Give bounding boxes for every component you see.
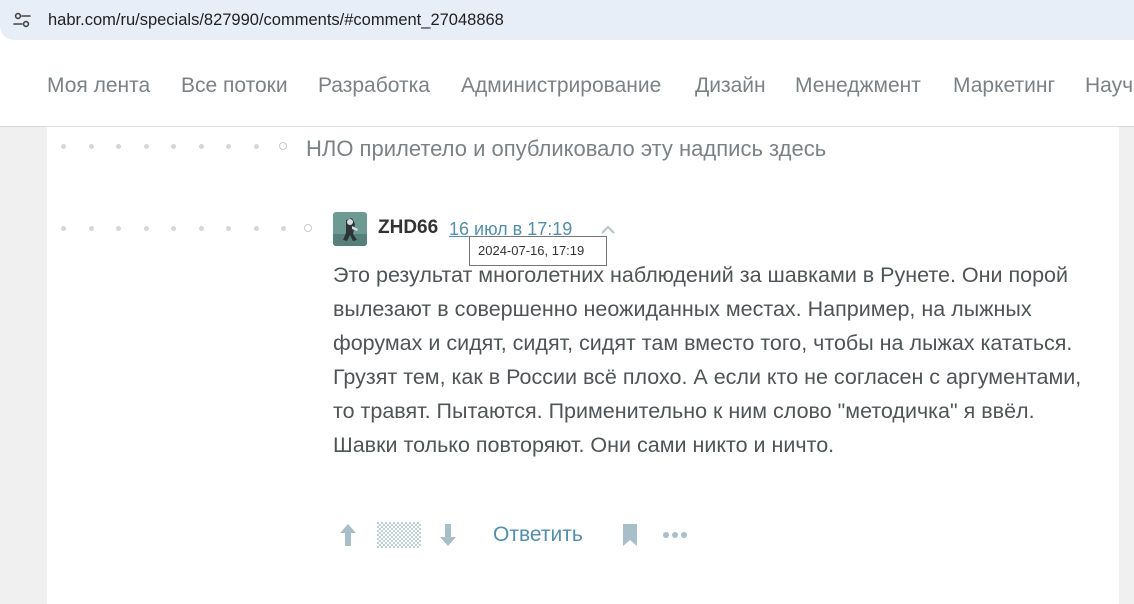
nav-item-management[interactable]: Менеджмент [795,74,921,98]
score-hidden-pattern [377,522,421,548]
arrow-down-icon [440,524,456,546]
nav-item-administration[interactable]: Администрирование [461,74,661,98]
downvote-button[interactable] [439,515,461,555]
nav-item-design[interactable]: Дизайн [695,74,766,98]
reply-button[interactable]: Ответить [493,522,583,548]
comment-author[interactable]: ZHD66 [378,216,438,240]
tune-icon[interactable] [12,10,32,30]
thread-indent-dots [61,224,312,232]
nav-item-all-streams[interactable]: Все потоки [181,74,288,98]
thread-indent-dots [61,142,287,150]
url-text[interactable]: habr.com/ru/specials/827990/comments/#co… [48,10,504,30]
more-dots-icon [663,532,687,538]
bookmark-icon [623,524,637,546]
bookmark-button[interactable] [621,515,643,555]
nav-item-popsci[interactable]: Научпоп [1085,74,1134,98]
nav-item-marketing[interactable]: Маркетинг [953,74,1055,98]
omnibox[interactable]: habr.com/ru/specials/827990/comments/#co… [0,0,1134,40]
browser-address-bar: habr.com/ru/specials/827990/comments/#co… [0,0,1134,48]
chevron-up-icon[interactable] [599,223,617,235]
upvote-button[interactable] [339,515,361,555]
vote-score [377,515,421,555]
nav-item-my-feed[interactable]: Моя лента [47,74,150,98]
hubs-navigation: Моя лента Все потоки Разработка Админист… [0,48,1134,127]
date-tooltip: 2024-07-16, 17:19 [469,236,607,266]
more-button[interactable] [662,515,690,555]
comment-body: Это результат многолетних наблюдений за … [333,263,1082,457]
avatar[interactable] [333,212,367,246]
comment-actions: Ответить [333,515,713,555]
user-avatar-icon [333,212,367,246]
nav-item-development[interactable]: Разработка [318,74,430,98]
arrow-up-icon [340,524,356,546]
ufo-placeholder-text: НЛО прилетело и опубликовало эту надпись… [306,136,827,161]
